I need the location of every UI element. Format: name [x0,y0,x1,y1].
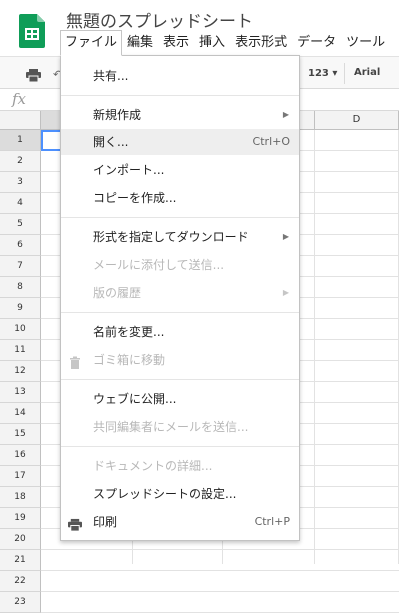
keyboard-shortcut: Ctrl+O [252,135,290,148]
menu-item-import[interactable]: インポート... [61,157,299,183]
number-format-button[interactable]: 123 ▾ [308,68,337,79]
trash-icon [68,353,82,369]
row-header-6[interactable]: 6 [0,235,41,256]
submenu-arrow-icon: ▶ [282,232,289,241]
row-header-22[interactable]: 22 [0,571,41,592]
menu-item-share[interactable]: 共有... [61,63,299,89]
row-header-3[interactable]: 3 [0,172,41,193]
row-header-21[interactable]: 21 [0,550,41,571]
menu-item-label: 版の履歴 [93,286,142,300]
menu-view[interactable]: 表示 [158,30,194,56]
submenu-arrow-icon: ▶ [282,288,289,297]
column-header-d[interactable]: D [315,111,399,130]
toolbar-divider [344,63,345,84]
row-header-15[interactable]: 15 [0,424,41,445]
row-gridline [41,570,399,571]
row-header-14[interactable]: 14 [0,403,41,424]
menu-item-version-history: 版の履歴 ▶ [61,280,299,306]
menu-item-spreadsheet-settings[interactable]: スプレッドシートの設定... [61,481,299,507]
menu-separator [61,217,299,218]
keyboard-shortcut: Ctrl+P [254,515,290,528]
fx-icon: fx [12,90,27,108]
menu-item-label: 名前を変更... [93,325,165,339]
menu-item-new[interactable]: 新規作成 ▶ [61,102,299,128]
menu-format[interactable]: 表示形式 [230,30,292,56]
row-gridline [41,549,399,550]
row-header-17[interactable]: 17 [0,466,41,487]
menu-item-email-as-attachment: メールに添付して送信... [61,252,299,278]
menu-item-label: メールに添付して送信... [93,258,225,272]
row-header-11[interactable]: 11 [0,340,41,361]
menu-item-publish-to-web[interactable]: ウェブに公開... [61,386,299,412]
row-header-10[interactable]: 10 [0,319,41,340]
menu-item-move-to-trash: ゴミ箱に移動 [61,347,299,373]
select-all-corner[interactable] [0,111,41,130]
menu-item-open[interactable]: 開く... Ctrl+O [61,129,299,155]
menu-item-label: コピーを作成... [93,191,177,205]
menu-item-label: スプレッドシートの設定... [93,487,237,501]
menubar: ファイル 編集 表示 挿入 表示形式 データ ツール [60,30,390,56]
menu-item-label: ウェブに公開... [93,392,177,406]
menu-edit[interactable]: 編集 [122,30,158,56]
file-menu-dropdown: 共有... 新規作成 ▶ 開く... Ctrl+O インポート... コピーを作成... 形式… [60,55,300,541]
row-header-16[interactable]: 16 [0,445,41,466]
row-header-7[interactable]: 7 [0,256,41,277]
menu-separator [61,379,299,380]
row-header-1[interactable]: 1 [0,130,41,151]
column-gridline [314,130,315,564]
row-header-23[interactable]: 23 [0,592,41,613]
menu-separator [61,446,299,447]
menu-item-label: ゴミ箱に移動 [93,353,166,367]
row-header-19[interactable]: 19 [0,508,41,529]
menu-item-label: インポート... [93,163,165,177]
row-header-4[interactable]: 4 [0,193,41,214]
row-header-9[interactable]: 9 [0,298,41,319]
menu-item-download-as[interactable]: 形式を指定してダウンロード ▶ [61,224,299,250]
row-header-8[interactable]: 8 [0,277,41,298]
menu-item-print[interactable]: 印刷 Ctrl+P [61,509,299,535]
menu-file[interactable]: ファイル [60,30,123,56]
menu-insert[interactable]: 挿入 [194,30,230,56]
menu-separator [61,312,299,313]
menu-item-label: 印刷 [93,515,118,529]
menu-item-label: 共有... [93,69,129,83]
menu-item-label: 開く... [93,135,129,149]
document-title[interactable]: 無題のスプレッドシート [66,7,253,32]
row-header-13[interactable]: 13 [0,382,41,403]
print-icon [68,515,82,532]
menu-tools[interactable]: ツール [341,30,390,56]
row-header-18[interactable]: 18 [0,487,41,508]
menu-item-label: 形式を指定してダウンロード [93,230,249,244]
menu-data[interactable]: データ [292,30,341,56]
row-header-5[interactable]: 5 [0,214,41,235]
row-header-12[interactable]: 12 [0,361,41,382]
menu-item-document-details: ドキュメントの詳細... [61,453,299,479]
row-header-20[interactable]: 20 [0,529,41,550]
print-icon[interactable] [26,67,41,83]
menu-item-rename[interactable]: 名前を変更... [61,319,299,345]
menu-separator [61,95,299,96]
menu-item-make-copy[interactable]: コピーを作成... [61,185,299,211]
menu-item-label: 共同編集者にメールを送信... [93,420,249,434]
menu-item-label: ドキュメントの詳細... [93,459,213,473]
font-select[interactable]: Arial [354,67,380,78]
sheets-logo-icon[interactable] [19,14,45,48]
submenu-arrow-icon: ▶ [282,110,289,119]
row-header-2[interactable]: 2 [0,151,41,172]
menu-item-label: 新規作成 [93,108,142,122]
row-gridline [41,591,399,592]
menu-item-email-collaborators: 共同編集者にメールを送信... [61,414,299,440]
